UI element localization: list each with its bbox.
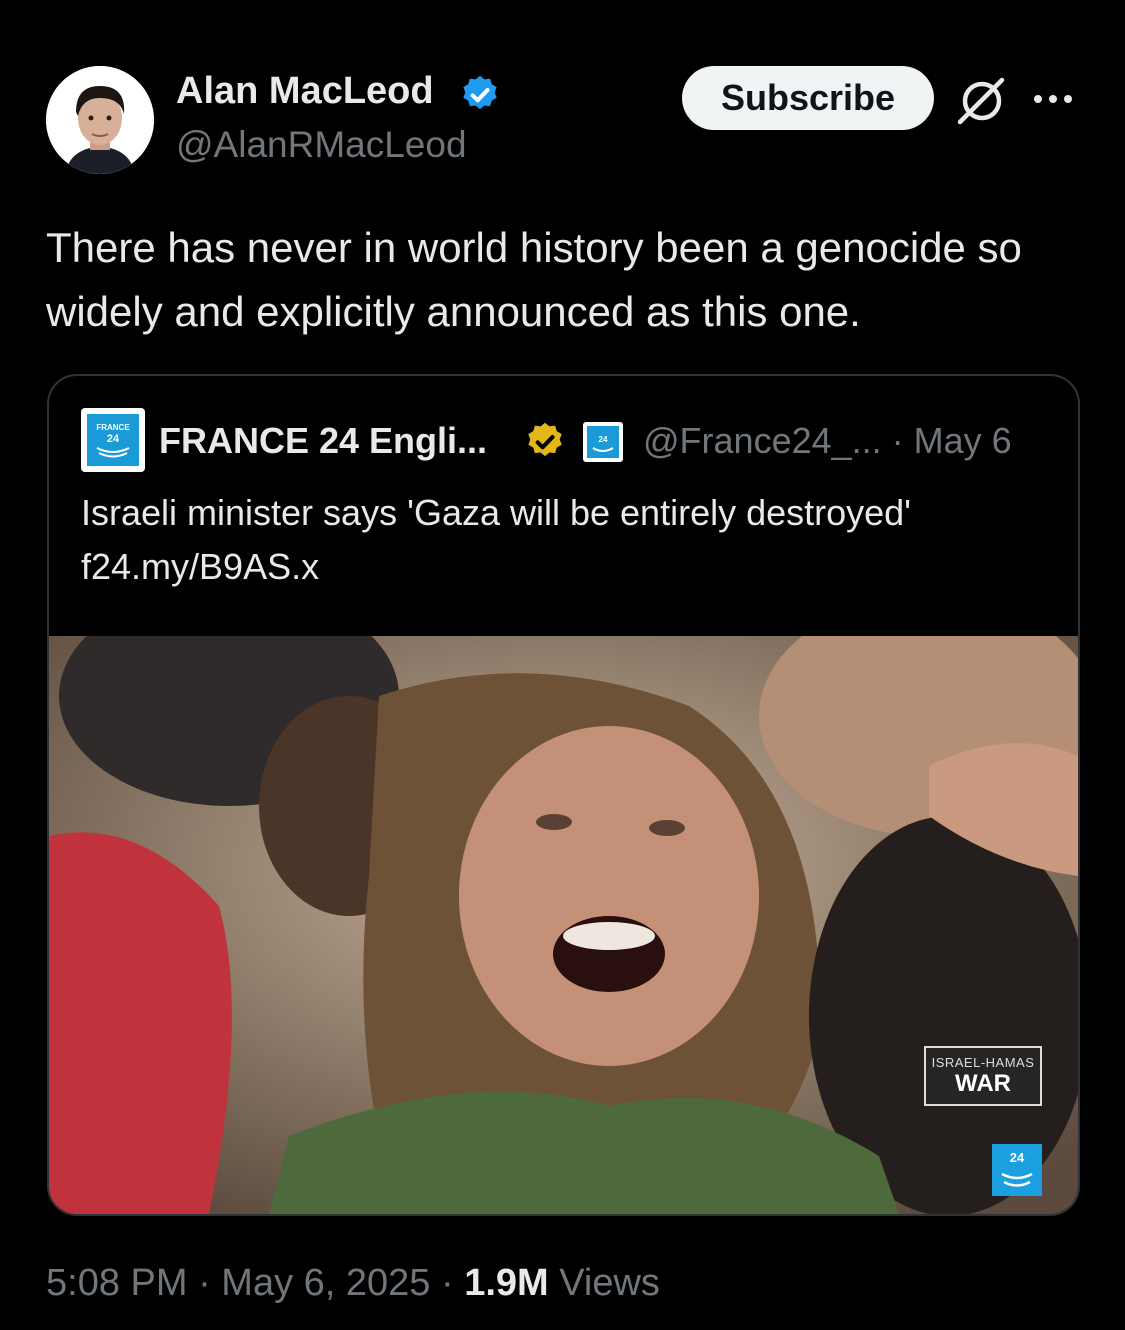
quoted-link[interactable]: f24.my/B9AS.x [81,540,1061,594]
author-handle[interactable]: @AlanRMacLeod [176,124,467,166]
svg-text:24: 24 [1010,1150,1025,1165]
post-meta: 5:08 PM · May 6, 2025 · 1.9M Views [46,1262,660,1305]
quoted-post-card[interactable]: FRANCE 24 FRANCE 24 Engli... 24 @France2… [47,374,1080,1216]
views-label: Views [548,1262,660,1304]
quoted-handle-date[interactable]: @France24_... · May 6 [643,420,1012,462]
grok-icon[interactable] [956,76,1006,126]
svg-text:FRANCE: FRANCE [96,423,130,432]
post-text: There has never in world history been a … [46,224,1022,335]
author-avatar[interactable] [46,66,154,174]
france24-watermark-icon: 24 [992,1144,1042,1196]
video-badge: ISRAEL-HAMAS WAR [924,1046,1042,1106]
video-badge-line1: ISRAEL-HAMAS [931,1055,1035,1070]
quoted-text: Israeli minister says 'Gaza will be enti… [81,486,1061,594]
more-icon[interactable] [1030,84,1076,114]
svg-text:24: 24 [599,435,608,444]
timestamp[interactable]: 5:08 PM · May 6, 2025 · [46,1262,464,1304]
affiliate-logo-icon: 24 [583,422,623,462]
gold-verified-icon [523,420,567,464]
views-count: 1.9M [464,1262,549,1304]
video-badge-line2: WAR [955,1070,1011,1097]
france24-logo[interactable]: FRANCE 24 [81,408,145,472]
subscribe-button[interactable]: Subscribe [682,66,934,130]
quoted-video[interactable]: ISRAEL-HAMAS WAR 24 [49,636,1078,1214]
quoted-author-name[interactable]: FRANCE 24 Engli... [159,420,487,462]
svg-text:24: 24 [107,433,120,445]
verified-badge-icon[interactable] [458,73,502,117]
author-name[interactable]: Alan MacLeod [176,70,434,113]
quoted-text-line: Israeli minister says 'Gaza will be enti… [81,492,912,533]
